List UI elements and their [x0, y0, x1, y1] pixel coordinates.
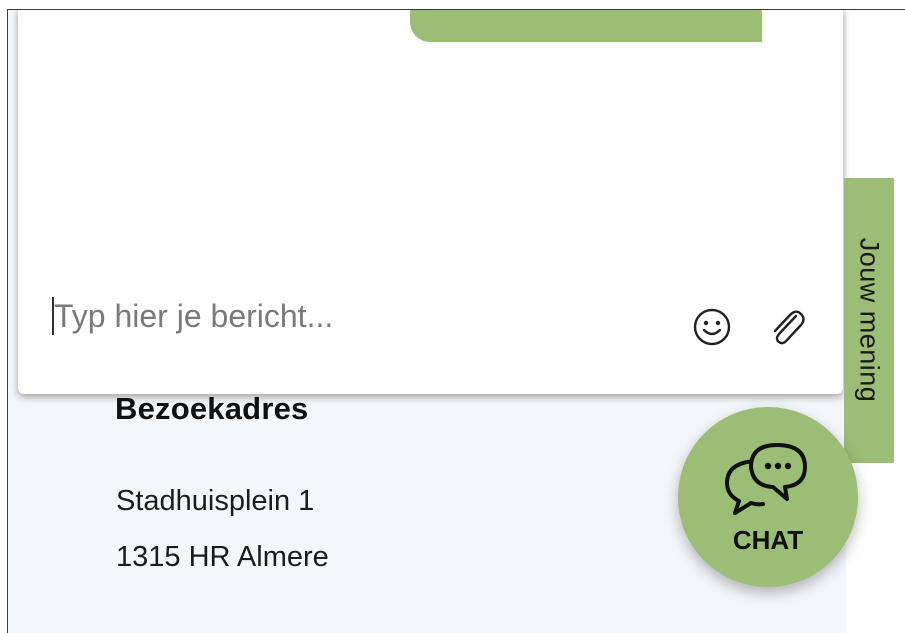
browser-viewport: Bezoekadres Stadhuisplein 1 1315 HR Alme…: [7, 9, 905, 633]
paperclip-icon-graphic: [773, 310, 805, 345]
chat-message-input[interactable]: [54, 292, 674, 340]
smiley-icon-graphic: [693, 308, 731, 346]
feedback-tab[interactable]: Jouw mening: [844, 178, 894, 463]
visit-address-street: Stadhuisplein 1: [116, 485, 315, 517]
chat-bubbles-icon: [719, 439, 811, 515]
visit-address-city: 1315 HR Almere: [116, 541, 329, 573]
chat-message-bubble: [410, 10, 762, 42]
chat-launcher-button[interactable]: CHAT: [678, 407, 858, 587]
feedback-tab-label: Jouw mening: [854, 237, 885, 403]
chat-window: [18, 10, 843, 394]
visit-address-title: Bezoekadres: [115, 391, 309, 426]
paperclip-icon[interactable]: [763, 304, 809, 350]
chat-bubbles-icon-graphic: [725, 443, 807, 515]
chat-launcher-label: CHAT: [732, 525, 804, 555]
smiley-icon[interactable]: [691, 306, 733, 348]
